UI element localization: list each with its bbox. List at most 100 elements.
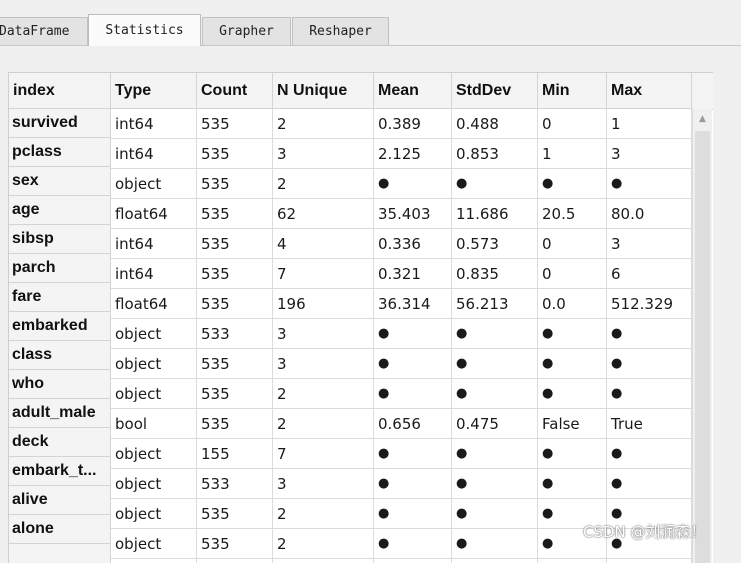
- table-cell[interactable]: 0.488: [452, 109, 538, 139]
- tab-grapher[interactable]: Grapher: [202, 17, 291, 45]
- table-cell[interactable]: 535: [197, 349, 273, 379]
- table-cell[interactable]: 535: [197, 409, 273, 439]
- row-header[interactable]: who: [9, 370, 111, 399]
- table-cell[interactable]: 3: [273, 139, 374, 169]
- table-cell[interactable]: ●: [538, 169, 607, 199]
- table-cell[interactable]: 0.573: [452, 229, 538, 259]
- column-header-min[interactable]: Min: [538, 73, 607, 109]
- table-cell[interactable]: ●: [452, 169, 538, 199]
- column-header-stddev[interactable]: StdDev: [452, 73, 538, 109]
- table-cell[interactable]: ●: [452, 439, 538, 469]
- table-cell[interactable]: ●: [607, 469, 692, 499]
- table-cell[interactable]: 35.403: [374, 199, 452, 229]
- table-cell[interactable]: ●: [452, 349, 538, 379]
- table-cell[interactable]: 535: [197, 199, 273, 229]
- table-cell[interactable]: float64: [111, 199, 197, 229]
- row-header[interactable]: embark_t...: [9, 457, 111, 486]
- table-cell[interactable]: 2: [273, 409, 374, 439]
- table-cell[interactable]: 535: [197, 139, 273, 169]
- index-column-header[interactable]: index: [9, 73, 111, 109]
- table-cell[interactable]: 0.835: [452, 259, 538, 289]
- table-cell[interactable]: 36.314: [374, 289, 452, 319]
- table-cell[interactable]: object: [111, 379, 197, 409]
- vertical-scrollbar[interactable]: ▲: [692, 109, 712, 563]
- table-cell[interactable]: 1: [607, 109, 692, 139]
- table-cell[interactable]: object: [111, 439, 197, 469]
- column-header-type[interactable]: Type: [111, 73, 197, 109]
- table-cell[interactable]: 0: [538, 259, 607, 289]
- row-header[interactable]: survived: [9, 109, 111, 138]
- table-cell[interactable]: 535: [197, 259, 273, 289]
- table-cell[interactable]: 3: [607, 139, 692, 169]
- table-cell[interactable]: 0.632: [374, 559, 452, 563]
- table-cell[interactable]: ●: [538, 469, 607, 499]
- table-cell[interactable]: 155: [197, 439, 273, 469]
- table-cell[interactable]: int64: [111, 139, 197, 169]
- table-cell[interactable]: object: [111, 499, 197, 529]
- table-cell[interactable]: 535: [197, 109, 273, 139]
- row-header[interactable]: [9, 544, 111, 563]
- table-cell[interactable]: 0.0: [538, 289, 607, 319]
- table-cell[interactable]: ●: [374, 499, 452, 529]
- row-header[interactable]: alive: [9, 486, 111, 515]
- triangle-up-icon[interactable]: ▲: [693, 109, 712, 129]
- table-cell[interactable]: 512.329: [607, 289, 692, 319]
- table-cell[interactable]: 196: [273, 289, 374, 319]
- table-cell[interactable]: ●: [452, 529, 538, 559]
- table-cell[interactable]: 3: [273, 469, 374, 499]
- table-cell[interactable]: 80.0: [607, 199, 692, 229]
- table-cell[interactable]: ●: [607, 319, 692, 349]
- table-cell[interactable]: 3: [273, 349, 374, 379]
- table-cell[interactable]: 533: [197, 469, 273, 499]
- table-cell[interactable]: ●: [538, 379, 607, 409]
- table-cell[interactable]: 0.853: [452, 139, 538, 169]
- table-cell[interactable]: 11.686: [452, 199, 538, 229]
- row-header[interactable]: age: [9, 196, 111, 225]
- table-cell[interactable]: bool: [111, 559, 197, 563]
- column-header-max[interactable]: Max: [607, 73, 692, 109]
- tab-dataframe[interactable]: DataFrame: [0, 17, 88, 45]
- table-cell[interactable]: 535: [197, 499, 273, 529]
- row-header[interactable]: sibsp: [9, 225, 111, 254]
- table-cell[interactable]: 535: [197, 529, 273, 559]
- table-cell[interactable]: 0.336: [374, 229, 452, 259]
- table-cell[interactable]: 535: [197, 559, 273, 563]
- table-cell[interactable]: ●: [607, 349, 692, 379]
- row-header[interactable]: alone: [9, 515, 111, 544]
- table-cell[interactable]: ●: [374, 529, 452, 559]
- table-cell[interactable]: 2: [273, 109, 374, 139]
- row-header[interactable]: embarked: [9, 312, 111, 341]
- table-cell[interactable]: 2.125: [374, 139, 452, 169]
- column-header-mean[interactable]: Mean: [374, 73, 452, 109]
- table-cell[interactable]: 535: [197, 229, 273, 259]
- table-cell[interactable]: 4: [273, 229, 374, 259]
- table-cell[interactable]: ●: [607, 169, 692, 199]
- row-header[interactable]: sex: [9, 167, 111, 196]
- table-cell[interactable]: ●: [374, 319, 452, 349]
- table-cell[interactable]: 1: [538, 139, 607, 169]
- table-cell[interactable]: 3: [607, 229, 692, 259]
- table-cell[interactable]: ●: [538, 349, 607, 379]
- table-cell[interactable]: 0.475: [452, 409, 538, 439]
- table-cell[interactable]: ●: [607, 439, 692, 469]
- table-cell[interactable]: ●: [374, 379, 452, 409]
- table-cell[interactable]: 7: [273, 439, 374, 469]
- row-header[interactable]: class: [9, 341, 111, 370]
- table-cell[interactable]: ●: [374, 169, 452, 199]
- tab-reshaper[interactable]: Reshaper: [292, 17, 389, 45]
- table-cell[interactable]: 0: [538, 229, 607, 259]
- table-cell[interactable]: 62: [273, 199, 374, 229]
- table-cell[interactable]: 0: [538, 109, 607, 139]
- table-cell[interactable]: ●: [452, 319, 538, 349]
- table-cell[interactable]: ●: [452, 499, 538, 529]
- table-cell[interactable]: 7: [273, 259, 374, 289]
- table-cell[interactable]: object: [111, 319, 197, 349]
- table-cell[interactable]: ●: [374, 469, 452, 499]
- table-cell[interactable]: False: [538, 409, 607, 439]
- table-cell[interactable]: 0.483: [452, 559, 538, 563]
- row-header[interactable]: adult_male: [9, 399, 111, 428]
- table-cell[interactable]: True: [607, 409, 692, 439]
- table-cell[interactable]: ●: [538, 439, 607, 469]
- table-cell[interactable]: 3: [273, 319, 374, 349]
- table-cell[interactable]: ●: [374, 349, 452, 379]
